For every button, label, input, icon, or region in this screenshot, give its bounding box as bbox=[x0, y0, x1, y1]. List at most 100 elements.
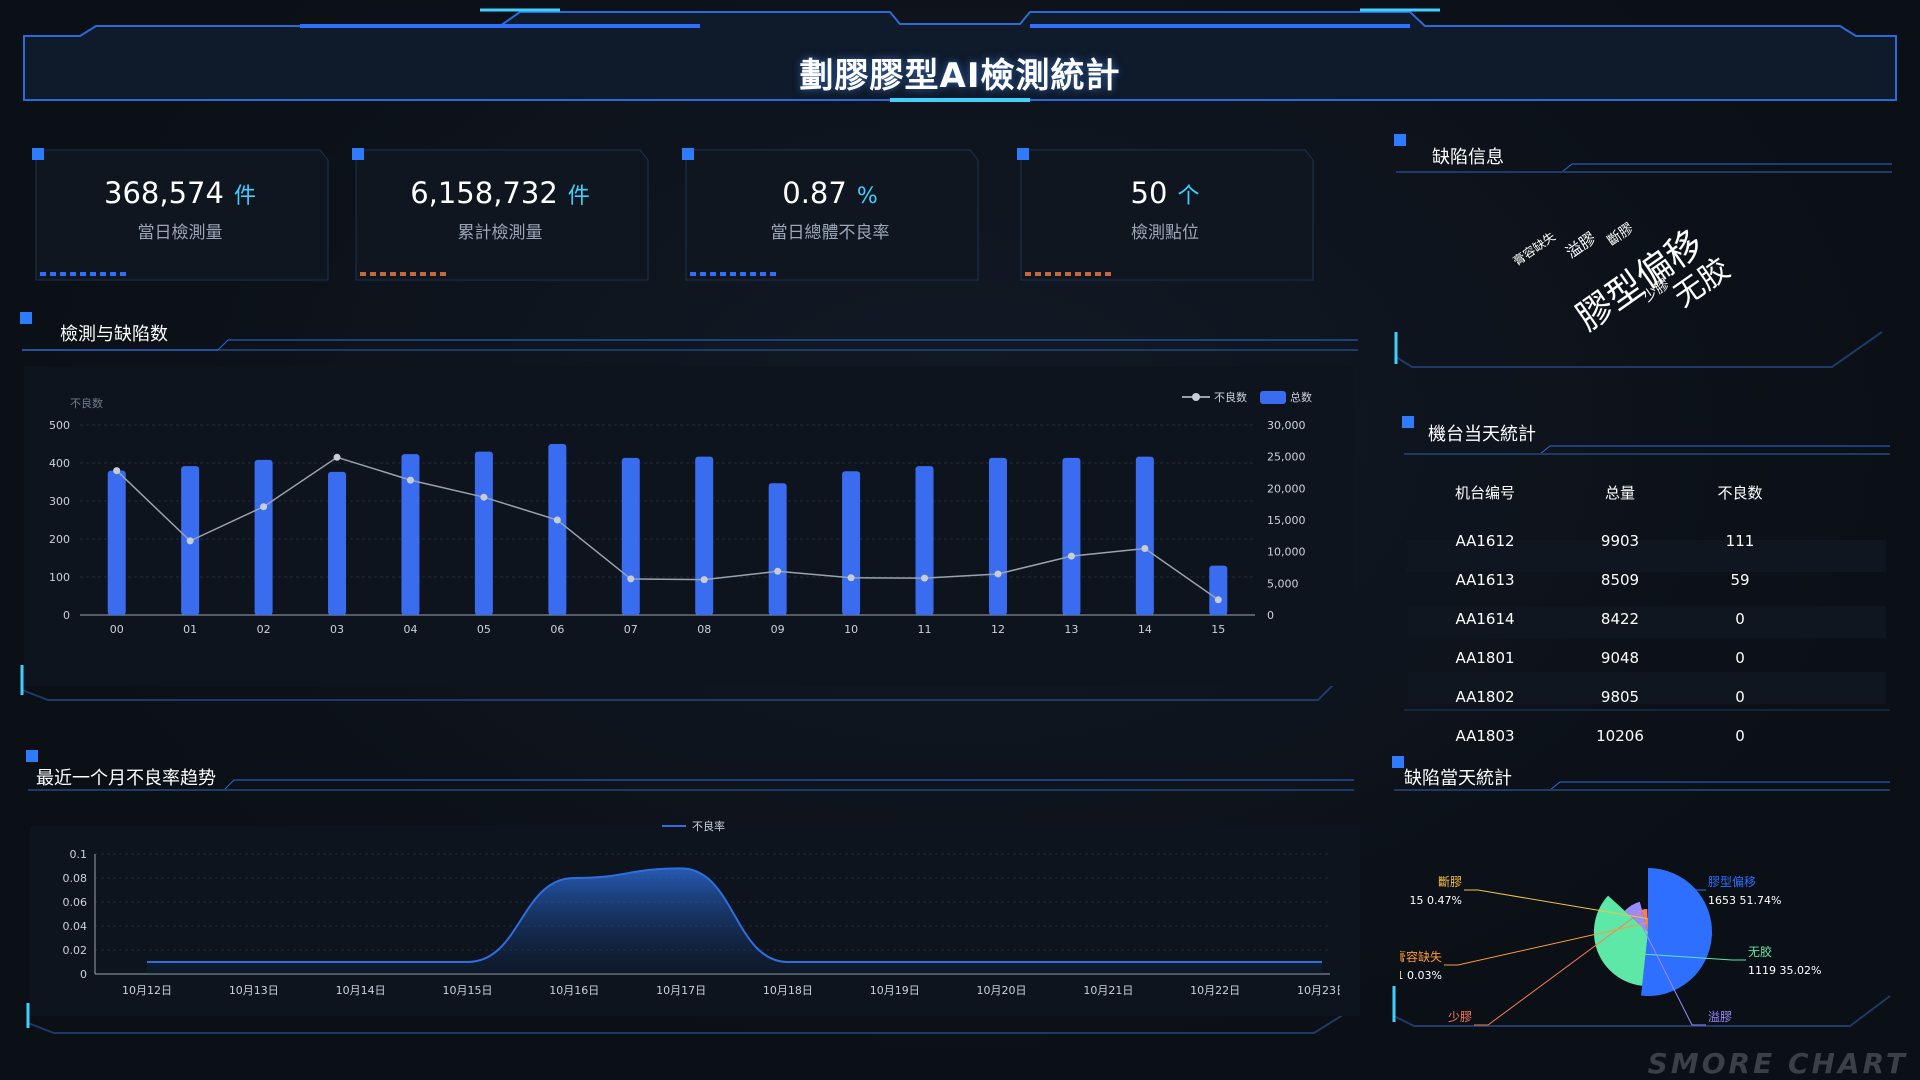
x-tick-label: 10月13日 bbox=[229, 984, 279, 997]
series-line bbox=[116, 456, 1219, 601]
x-tick-label: 10月17日 bbox=[656, 984, 706, 997]
x-tick-label: 14 bbox=[1138, 623, 1152, 636]
legend-label: 不良率 bbox=[692, 819, 725, 833]
x-tick-label: 10月12日 bbox=[122, 984, 172, 997]
chart-ylabel: 不良数 bbox=[70, 396, 103, 410]
word-cloud-word: 斷膠 bbox=[1604, 220, 1637, 250]
kpi-card-defect-rate: 0.87% 當日總體不良率 bbox=[680, 148, 980, 286]
bar bbox=[1062, 457, 1081, 615]
y-tick-label: 200 bbox=[49, 533, 70, 546]
line-point bbox=[847, 574, 855, 582]
pie-label-value: 1119 35.02% bbox=[1748, 964, 1821, 977]
bar bbox=[915, 466, 934, 615]
kpi-label: 累計檢測量 bbox=[457, 223, 543, 243]
line-point bbox=[333, 453, 341, 461]
line-point bbox=[627, 575, 635, 583]
y-tick-label: 0.1 bbox=[70, 848, 88, 861]
y-tick-label: 500 bbox=[49, 419, 70, 432]
kpi-card-cumulative: 6,158,732 件 累計檢測量 bbox=[350, 148, 650, 286]
line-point bbox=[1067, 552, 1075, 560]
pie-label-value: 288 9.01% bbox=[1708, 1029, 1767, 1030]
pie-label-value: 15 0.47% bbox=[1410, 894, 1462, 907]
bar bbox=[1209, 565, 1228, 615]
x-tick-label: 05 bbox=[477, 623, 491, 636]
x-tick-label: 10月19日 bbox=[870, 984, 920, 997]
line-point bbox=[700, 576, 708, 584]
page-title: 劃膠膠型AI檢測統計 bbox=[799, 56, 1121, 96]
column-header: 不良数 bbox=[1717, 484, 1763, 502]
line-point bbox=[1141, 545, 1149, 552]
table-row: AA1802 9805 0 bbox=[1455, 688, 1745, 706]
defect-pie-chart: 膠型偏移 1653 51.74% 无胶 1119 35.02% 溢膠 288 9.01% 少… bbox=[1400, 868, 1821, 1030]
x-tick-label: 07 bbox=[624, 623, 638, 636]
y-tick-label: 300 bbox=[49, 495, 70, 508]
x-tick-label: 03 bbox=[330, 623, 344, 636]
bar bbox=[474, 451, 493, 615]
x-tick-label: 02 bbox=[257, 623, 271, 636]
x-tick-label: 13 bbox=[1064, 623, 1078, 636]
y-tick-label: 0.06 bbox=[63, 896, 88, 909]
pie-label-name: 少膠 bbox=[1448, 1010, 1472, 1024]
bar bbox=[842, 471, 861, 615]
kpi-label: 當日總體不良率 bbox=[770, 223, 890, 243]
trend-panel-title: 最近一个月不良率趋势 bbox=[36, 768, 216, 789]
pie-leader-line bbox=[1464, 889, 1648, 920]
pie-label-value: 119 3.73% bbox=[1413, 1029, 1472, 1030]
x-tick-label: 10 bbox=[844, 623, 858, 636]
line-point bbox=[186, 537, 194, 545]
line-point bbox=[921, 574, 929, 582]
kpi-value: 50 个 bbox=[1130, 176, 1200, 210]
pie-label-name: 无胶 bbox=[1748, 944, 1772, 959]
x-tick-label: 10月15日 bbox=[442, 984, 492, 997]
y2-tick-label: 20,000 bbox=[1267, 482, 1306, 495]
pie-label-value: 1 0.03% bbox=[1400, 969, 1442, 982]
word-cloud-word: 溢膠 bbox=[1562, 228, 1600, 263]
pie-label-name: 斷膠 bbox=[1438, 875, 1462, 889]
y-tick-label: 0 bbox=[63, 609, 70, 622]
table-row: AA1612 9903 111 bbox=[1455, 532, 1755, 550]
line-point bbox=[113, 467, 121, 475]
legend-swatch-line bbox=[1192, 393, 1200, 401]
bar bbox=[107, 470, 126, 615]
word-cloud-word: 膏容缺失 bbox=[1510, 229, 1558, 269]
line-point bbox=[553, 516, 561, 524]
y2-tick-label: 25,000 bbox=[1267, 451, 1306, 464]
table-row: AA1614 8422 0 bbox=[1455, 610, 1745, 628]
legend-swatch-bar bbox=[1260, 391, 1286, 404]
bar bbox=[1135, 456, 1154, 615]
y2-tick-label: 5,000 bbox=[1267, 577, 1299, 590]
y-tick-label: 400 bbox=[49, 457, 70, 470]
table-row: AA1613 8509 59 bbox=[1455, 571, 1750, 589]
bar bbox=[695, 456, 714, 615]
column-header: 总量 bbox=[1604, 484, 1635, 502]
kpi-value: 368,574 件 bbox=[104, 176, 256, 210]
y2-tick-label: 0 bbox=[1267, 609, 1274, 622]
x-tick-label: 04 bbox=[403, 623, 417, 636]
x-tick-label: 10月23日 bbox=[1297, 984, 1340, 997]
x-tick-label: 09 bbox=[771, 623, 785, 636]
detect-panel-title: 檢測与缺陷数 bbox=[60, 324, 168, 345]
line-point bbox=[406, 476, 414, 484]
x-tick-label: 12 bbox=[991, 623, 1005, 636]
pie-label-name: 膏容缺失 bbox=[1400, 949, 1442, 964]
y2-tick-label: 30,000 bbox=[1267, 419, 1306, 432]
kpi-label: 當日檢測量 bbox=[137, 223, 223, 243]
kpi-label: 檢測點位 bbox=[1131, 223, 1199, 243]
x-tick-label: 08 bbox=[697, 623, 711, 636]
column-header: 机台编号 bbox=[1454, 484, 1515, 502]
x-tick-label: 10月21日 bbox=[1083, 984, 1133, 997]
table-row: AA1803 10206 0 bbox=[1455, 727, 1745, 745]
y2-tick-label: 10,000 bbox=[1267, 546, 1306, 559]
y-tick-label: 0.02 bbox=[63, 944, 88, 957]
chart-legend: 不良率 bbox=[662, 819, 725, 833]
pie-label-value: 1653 51.74% bbox=[1708, 894, 1781, 907]
bar bbox=[328, 471, 347, 615]
y-tick-label: 100 bbox=[49, 571, 70, 584]
bar bbox=[621, 457, 640, 615]
pie-label-name: 膠型偏移 bbox=[1708, 874, 1756, 889]
x-tick-label: 11 bbox=[918, 623, 932, 636]
x-tick-label: 06 bbox=[550, 623, 564, 636]
x-tick-label: 15 bbox=[1211, 623, 1225, 636]
machine-panel-title: 機台当天統計 bbox=[1428, 424, 1536, 445]
watermark: SMORE CHART bbox=[1647, 1047, 1908, 1080]
